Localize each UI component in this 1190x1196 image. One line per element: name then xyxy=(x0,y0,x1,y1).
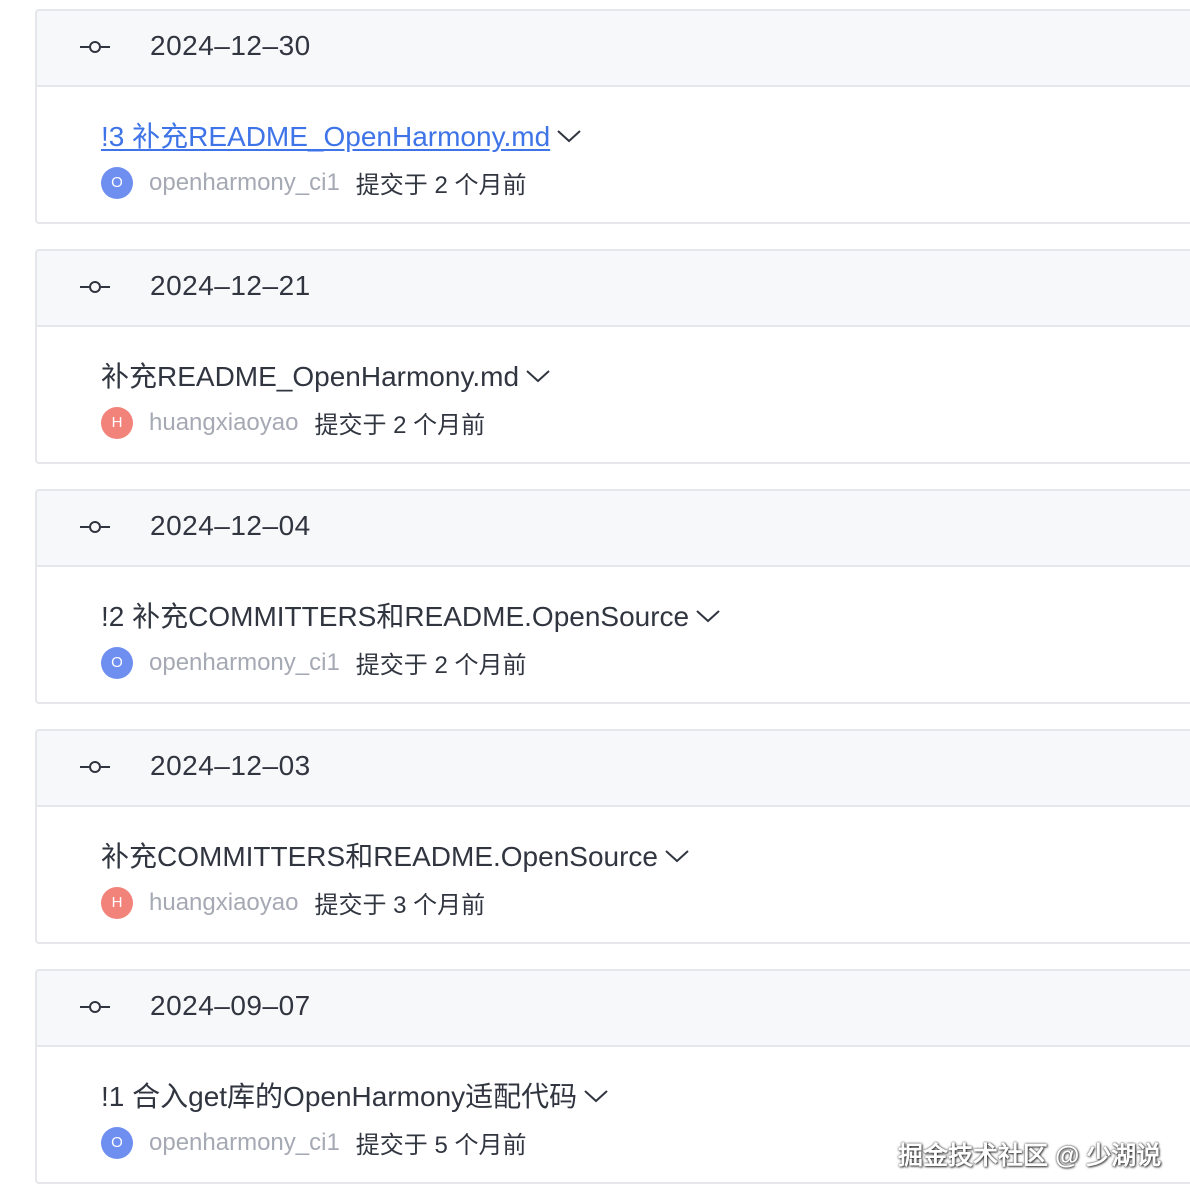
chevron-down-icon[interactable] xyxy=(583,1088,609,1104)
commit-meta: O openharmony_ci1 提交于 2 个月前 xyxy=(101,165,526,200)
commit-date: 2024–12–04 xyxy=(150,510,311,541)
avatar[interactable]: O xyxy=(101,646,133,679)
commit-title[interactable]: 补充README_OpenHarmony.md xyxy=(101,355,551,395)
commit-time: 提交于 5 个月前 xyxy=(355,1132,527,1159)
commit-group-header: 2024–12–03 xyxy=(37,731,1190,807)
commit-date: 2024–12–21 xyxy=(150,270,311,301)
author-name[interactable]: huangxiaoyao xyxy=(149,409,298,437)
commit-group: 2024–12–30 !3 补充README_OpenHarmony.md O … xyxy=(35,9,1190,224)
author-name[interactable]: openharmony_ci1 xyxy=(149,649,340,677)
commit-title-text[interactable]: !1 合入get库的OpenHarmony适配代码 xyxy=(101,1075,577,1115)
commit-time: 提交于 2 个月前 xyxy=(355,172,527,199)
commit-item: 补充COMMITTERS和README.OpenSource H huangxi… xyxy=(37,807,1190,942)
avatar[interactable]: H xyxy=(101,406,133,439)
commit-date: 2024–12–30 xyxy=(150,30,311,61)
commit-title[interactable]: !3 补充README_OpenHarmony.md xyxy=(101,115,582,155)
commit-title-text[interactable]: !2 补充COMMITTERS和README.OpenSource xyxy=(101,595,689,635)
avatar[interactable]: H xyxy=(101,886,133,919)
commit-title-text[interactable]: 补充COMMITTERS和README.OpenSource xyxy=(101,835,658,875)
commit-node-icon xyxy=(80,1001,110,1013)
commit-date: 2024–09–07 xyxy=(150,990,311,1021)
commit-node-icon xyxy=(80,41,110,53)
avatar[interactable]: O xyxy=(101,1126,133,1159)
commit-meta: O openharmony_ci1 提交于 5 个月前 xyxy=(101,1125,526,1160)
chevron-down-icon[interactable] xyxy=(525,368,551,384)
watermark: 掘金技术社区 @ 少湖说 xyxy=(898,1142,1162,1170)
commit-item: !3 补充README_OpenHarmony.md O openharmony… xyxy=(37,87,1190,222)
commit-meta: H huangxiaoyao 提交于 3 个月前 xyxy=(101,885,485,920)
commit-meta: H huangxiaoyao 提交于 2 个月前 xyxy=(101,405,485,440)
commit-title[interactable]: 补充COMMITTERS和README.OpenSource xyxy=(101,835,690,875)
commit-title-text[interactable]: 补充README_OpenHarmony.md xyxy=(101,355,519,395)
commit-item: !2 补充COMMITTERS和README.OpenSource O open… xyxy=(37,567,1190,702)
commit-time: 提交于 2 个月前 xyxy=(314,412,486,439)
commit-group-header: 2024–12–21 xyxy=(37,251,1190,327)
commit-title-link[interactable]: !3 补充README_OpenHarmony.md xyxy=(101,115,550,155)
commit-group-header: 2024–12–04 xyxy=(37,491,1190,567)
commit-time: 提交于 3 个月前 xyxy=(314,892,486,919)
commit-group: 2024–12–21 补充README_OpenHarmony.md H hua… xyxy=(35,249,1190,464)
commit-node-icon xyxy=(80,281,110,293)
chevron-down-icon[interactable] xyxy=(664,848,690,864)
commit-date: 2024–12–03 xyxy=(150,750,311,781)
commit-title[interactable]: !2 补充COMMITTERS和README.OpenSource xyxy=(101,595,721,635)
author-name[interactable]: openharmony_ci1 xyxy=(149,169,340,197)
commit-time: 提交于 2 个月前 xyxy=(355,652,527,679)
commit-group: 2024–12–03 补充COMMITTERS和README.OpenSourc… xyxy=(35,729,1190,944)
author-name[interactable]: openharmony_ci1 xyxy=(149,1129,340,1157)
commit-item: 补充README_OpenHarmony.md H huangxiaoyao 提… xyxy=(37,327,1190,462)
commit-group-header: 2024–12–30 xyxy=(37,11,1190,87)
commit-node-icon xyxy=(80,521,110,533)
commit-title[interactable]: !1 合入get库的OpenHarmony适配代码 xyxy=(101,1075,609,1115)
commit-group: 2024–12–04 !2 补充COMMITTERS和README.OpenSo… xyxy=(35,489,1190,704)
commit-meta: O openharmony_ci1 提交于 2 个月前 xyxy=(101,645,526,680)
chevron-down-icon[interactable] xyxy=(695,608,721,624)
chevron-down-icon[interactable] xyxy=(556,128,582,144)
avatar[interactable]: O xyxy=(101,166,133,199)
author-name[interactable]: huangxiaoyao xyxy=(149,889,298,917)
commit-group-header: 2024–09–07 xyxy=(37,971,1190,1047)
commit-node-icon xyxy=(80,761,110,773)
